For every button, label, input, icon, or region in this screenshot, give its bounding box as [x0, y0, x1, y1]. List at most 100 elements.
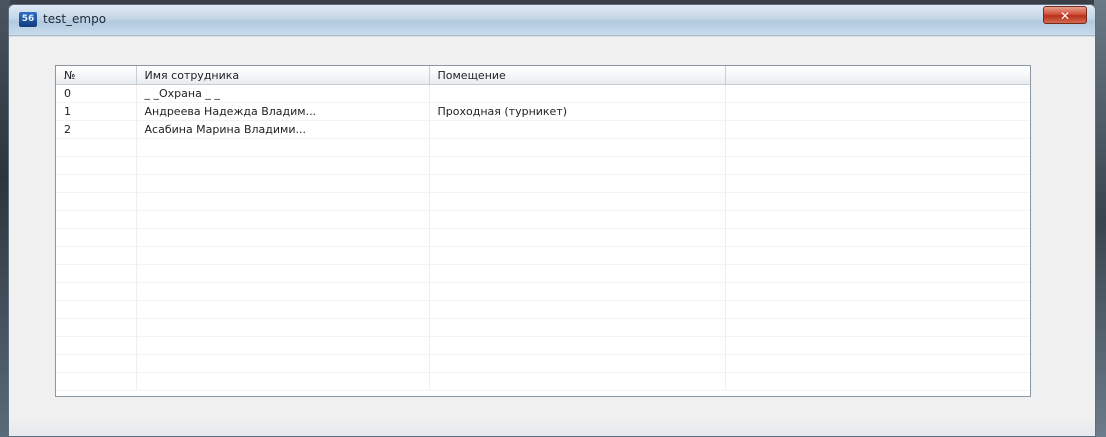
- cell-extra: [725, 138, 1030, 157]
- cell-employee-name: [136, 264, 430, 283]
- table-row[interactable]: [56, 282, 1030, 301]
- cell-extra: [725, 102, 1030, 121]
- cell-room: [429, 264, 726, 283]
- cell-number: 1: [56, 102, 137, 121]
- cell-room: [429, 300, 726, 319]
- table-row[interactable]: [56, 192, 1030, 211]
- table-row[interactable]: 2 Асабина Марина Владими...: [56, 120, 1030, 139]
- table-row[interactable]: [56, 318, 1030, 337]
- cell-room: [429, 354, 726, 373]
- cell-employee-name: _ _Охрана _ _: [136, 84, 430, 103]
- cell-employee-name: Асабина Марина Владими...: [136, 120, 430, 139]
- cell-room: [429, 372, 726, 391]
- cell-number: [56, 228, 137, 247]
- employee-table[interactable]: № Имя сотрудника Помещение 0 _ _Охрана _ …: [55, 65, 1031, 397]
- cell-employee-name: [136, 192, 430, 211]
- cell-room: [429, 282, 726, 301]
- cell-room: [429, 336, 726, 355]
- cell-extra: [725, 354, 1030, 373]
- app-icon: 56: [19, 12, 37, 27]
- cell-employee-name: [136, 300, 430, 319]
- cell-room: [429, 210, 726, 229]
- table-row[interactable]: [56, 228, 1030, 247]
- cell-employee-name: [136, 282, 430, 301]
- cell-number: [56, 318, 137, 337]
- title-bar[interactable]: 56 test_empo ✕: [9, 5, 1095, 36]
- table-header-row: № Имя сотрудника Помещение: [56, 66, 1030, 85]
- column-header-room[interactable]: Помещение: [429, 66, 726, 85]
- cell-extra: [725, 174, 1030, 193]
- cell-employee-name: [136, 372, 430, 391]
- close-button[interactable]: ✕: [1043, 6, 1087, 24]
- cell-employee-name: [136, 354, 430, 373]
- cell-room: [429, 156, 726, 175]
- table-row[interactable]: [56, 264, 1030, 283]
- table-row[interactable]: [56, 210, 1030, 229]
- cell-extra: [725, 192, 1030, 211]
- cell-room: [429, 192, 726, 211]
- cell-number: [56, 282, 137, 301]
- client-area: № Имя сотрудника Помещение 0 _ _Охрана _ …: [9, 36, 1095, 436]
- cell-employee-name: [136, 174, 430, 193]
- cell-number: [56, 192, 137, 211]
- cell-extra: [725, 210, 1030, 229]
- cell-room: [429, 318, 726, 337]
- table-row[interactable]: [56, 300, 1030, 319]
- table-body: 0 _ _Охрана _ _ 1 Андреева Надежда Владим..…: [56, 84, 1030, 391]
- cell-employee-name: [136, 228, 430, 247]
- cell-extra: [725, 318, 1030, 337]
- column-header-empty[interactable]: [725, 66, 1030, 85]
- table-row[interactable]: [56, 336, 1030, 355]
- cell-extra: [725, 282, 1030, 301]
- cell-number: [56, 246, 137, 265]
- cell-number: [56, 210, 137, 229]
- cell-employee-name: [136, 336, 430, 355]
- cell-number: [56, 354, 137, 373]
- cell-number: [56, 300, 137, 319]
- cell-extra: [725, 264, 1030, 283]
- cell-extra: [725, 300, 1030, 319]
- app-window: 56 test_empo ✕ № Имя сотрудника Помещени…: [8, 4, 1096, 437]
- cell-room: [429, 138, 726, 157]
- employee-grid: № Имя сотрудника Помещение 0 _ _Охрана _ …: [56, 66, 1030, 391]
- cell-number: [56, 336, 137, 355]
- cell-extra: [725, 156, 1030, 175]
- window-title: test_empo: [43, 12, 107, 26]
- table-row[interactable]: [56, 372, 1030, 391]
- cell-employee-name: [136, 246, 430, 265]
- table-row[interactable]: 0 _ _Охрана _ _: [56, 84, 1030, 103]
- cell-number: 2: [56, 120, 137, 139]
- cell-number: [56, 156, 137, 175]
- cell-extra: [725, 336, 1030, 355]
- cell-number: [56, 174, 137, 193]
- cell-number: [56, 138, 137, 157]
- cell-number: 0: [56, 84, 137, 103]
- cell-room: [429, 84, 726, 103]
- cell-extra: [725, 246, 1030, 265]
- cell-employee-name: [136, 138, 430, 157]
- cell-employee-name: Андреева Надежда Владим...: [136, 102, 430, 121]
- cell-number: [56, 264, 137, 283]
- cell-extra: [725, 120, 1030, 139]
- cell-room: [429, 246, 726, 265]
- table-row[interactable]: [56, 354, 1030, 373]
- cell-employee-name: [136, 210, 430, 229]
- cell-extra: [725, 228, 1030, 247]
- cell-number: [56, 372, 137, 391]
- cell-employee-name: [136, 156, 430, 175]
- column-header-number[interactable]: №: [56, 66, 137, 85]
- table-row[interactable]: 1 Андреева Надежда Владим... Проходная (ту…: [56, 102, 1030, 121]
- cell-room: [429, 120, 726, 139]
- column-header-employee-name[interactable]: Имя сотрудника: [136, 66, 430, 85]
- cell-room: [429, 228, 726, 247]
- cell-room: Проходная (турникет): [429, 102, 726, 121]
- cell-extra: [725, 84, 1030, 103]
- window-bottom-area: [9, 418, 1095, 436]
- table-row[interactable]: [56, 156, 1030, 175]
- cell-room: [429, 174, 726, 193]
- table-row[interactable]: [56, 246, 1030, 265]
- cell-extra: [725, 372, 1030, 391]
- cell-employee-name: [136, 318, 430, 337]
- table-row[interactable]: [56, 174, 1030, 193]
- table-row[interactable]: [56, 138, 1030, 157]
